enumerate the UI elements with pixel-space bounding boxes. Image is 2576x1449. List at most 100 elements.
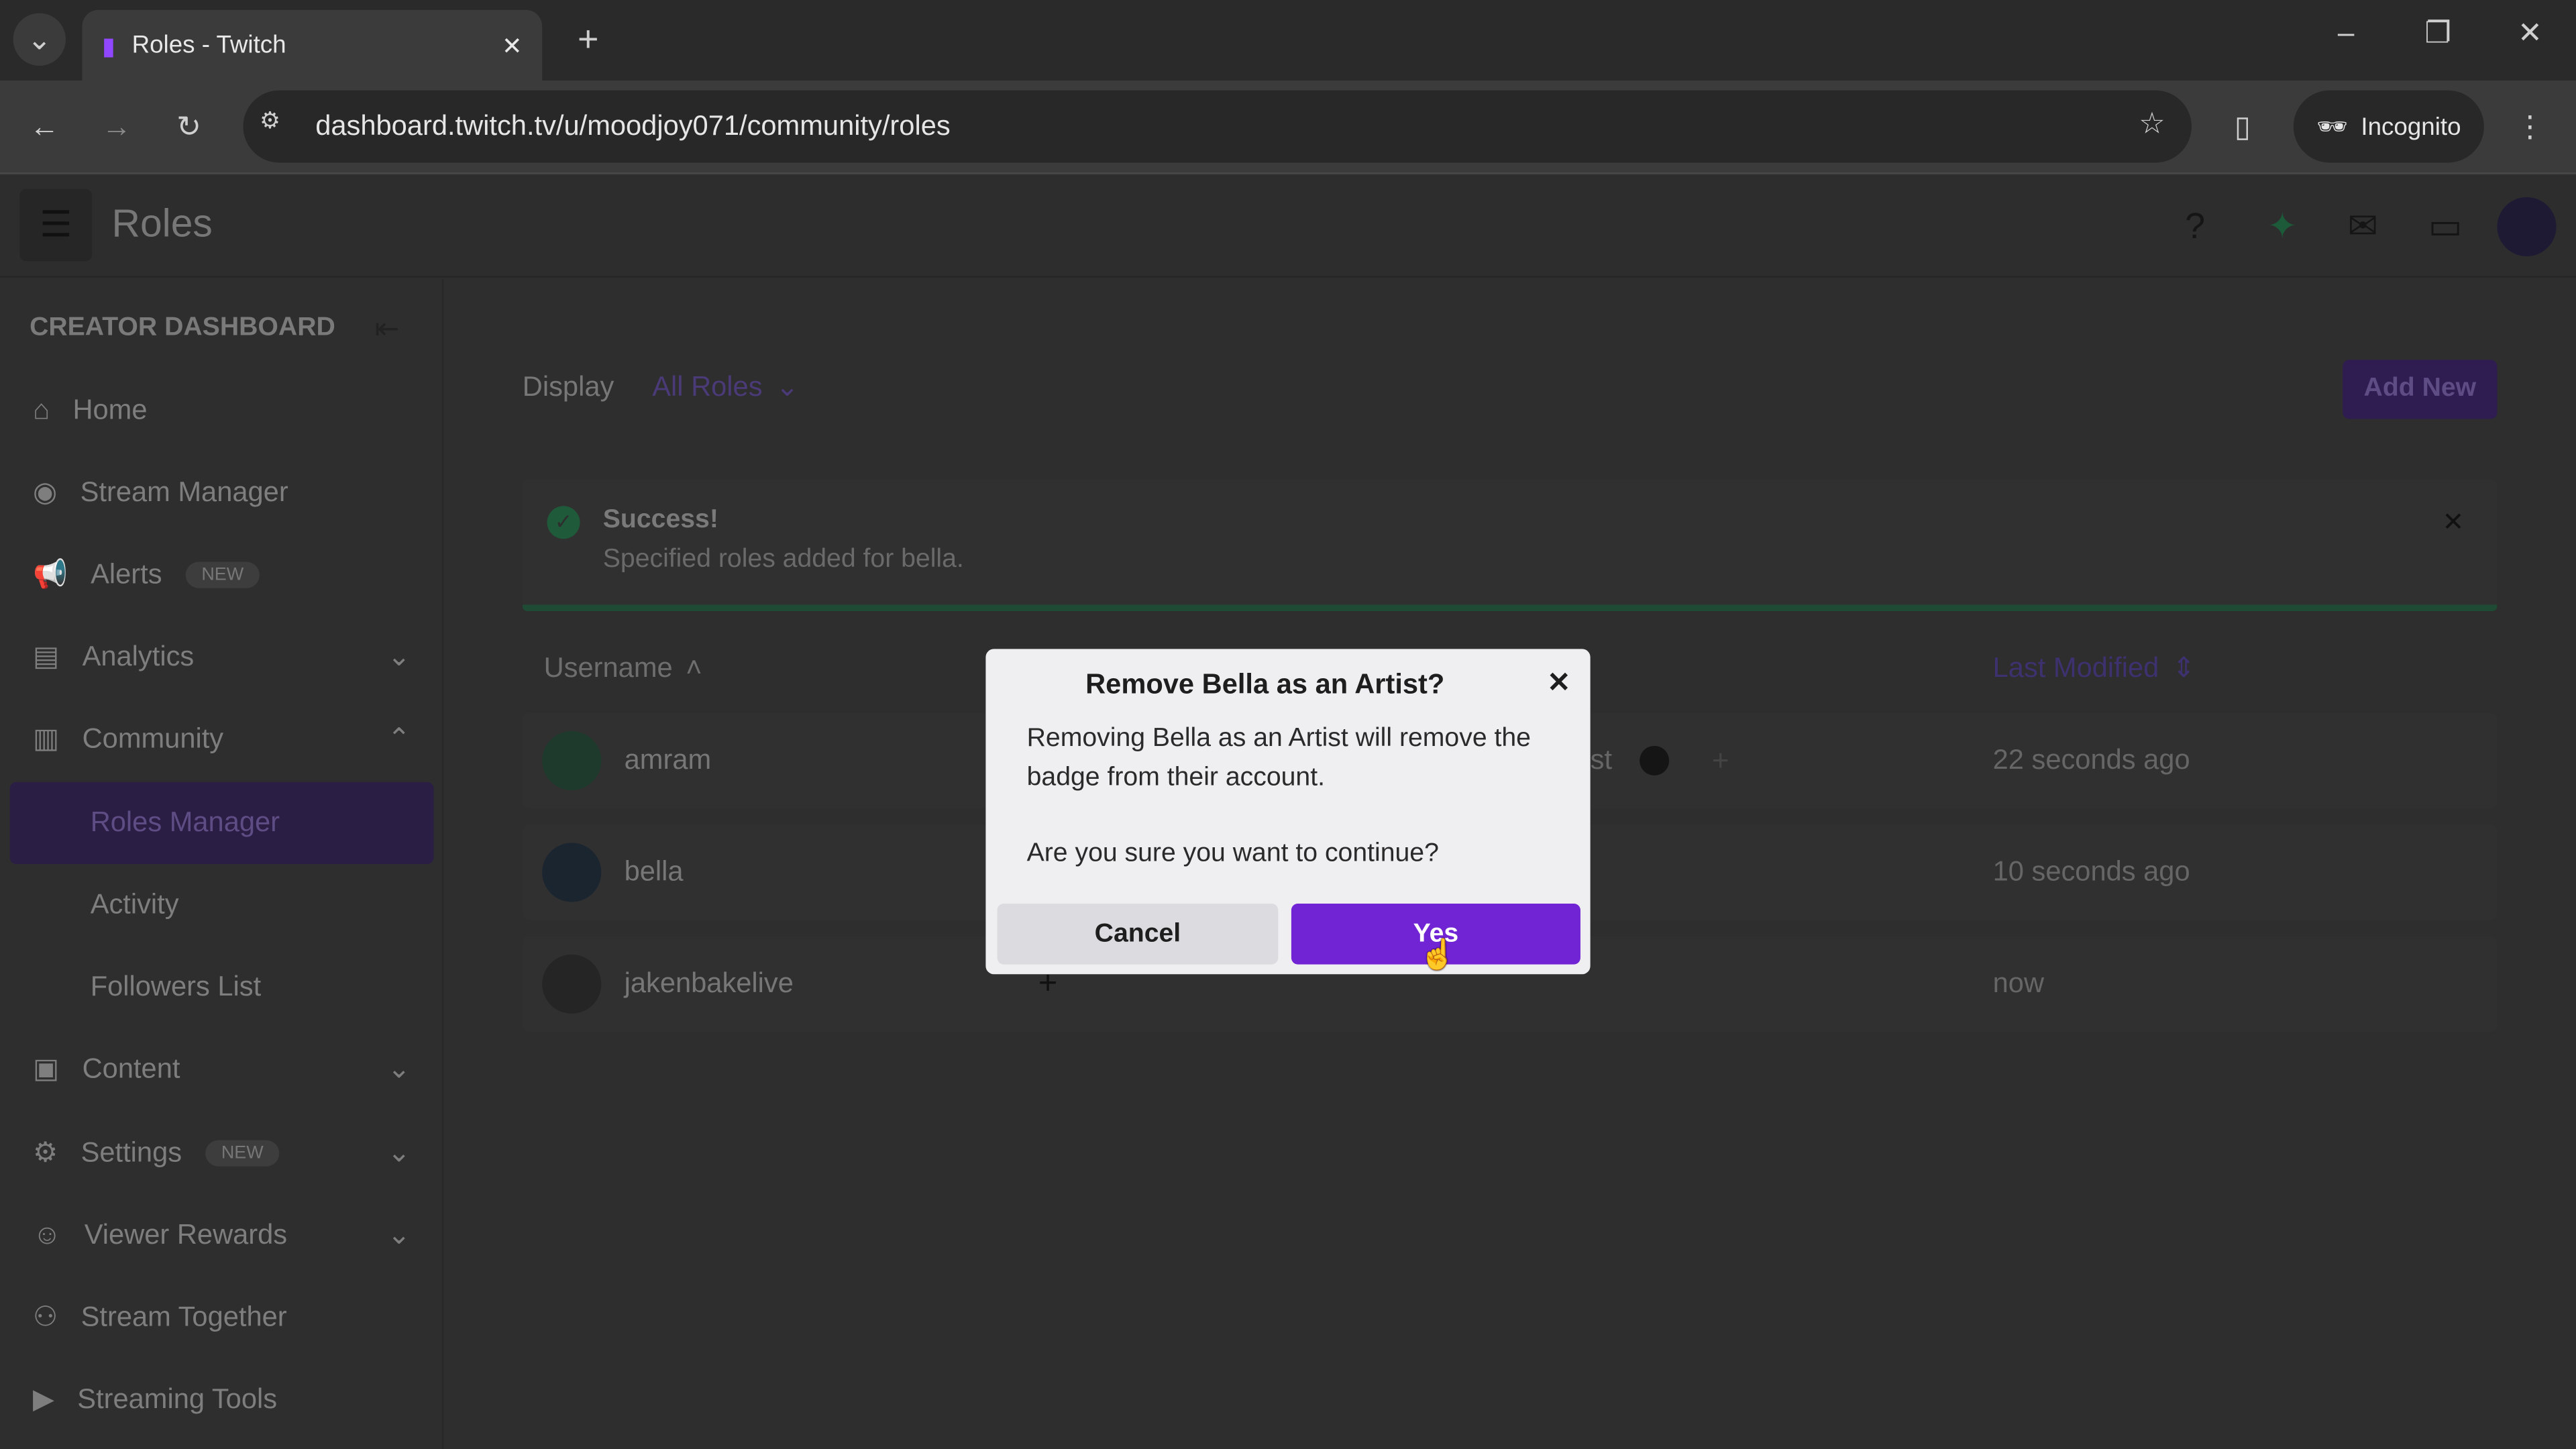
reload-button[interactable]: ↻ [168,105,211,148]
sidebar-item-stream-manager[interactable]: ◉ Stream Manager [33,476,411,509]
sidebar-item-followers-list[interactable]: Followers List [33,971,411,1004]
close-dialog-icon[interactable]: ✕ [1547,667,1570,700]
username-column-header[interactable]: Username ˄ [544,652,702,685]
filter-value: All Roles [652,371,763,403]
page-title: Roles [111,202,213,247]
dialog-title: Remove Bella as an Artist? [1085,668,1445,700]
app-header: ☰ Roles ? ✦ ✉ ▭ [0,176,2576,278]
hamburger-menu-icon[interactable]: ☰ [19,189,93,262]
forward-button[interactable]: → [95,105,138,148]
close-alert-icon[interactable]: ✕ [2443,506,2465,539]
avatar [542,954,602,1014]
alert-title: Success! [602,506,718,534]
sidebar-item-community[interactable]: ▥ Community ⌃ [33,723,411,756]
sidebar-item-streaming-tools[interactable]: ▶ Streaming Tools [33,1383,411,1416]
sidebar: CREATOR DASHBOARD ⇤ ⌂ Home ◉ Stream Manage… [0,279,444,1449]
sidebar-item-analytics[interactable]: ▤ Analytics ⌄ [33,641,411,674]
browser-tab[interactable]: ▮ Roles - Twitch ✕ [82,9,543,81]
camera-icon: ▶ [32,1383,55,1415]
close-tab-icon[interactable]: ✕ [502,30,523,60]
inbox-icon[interactable]: ✉ [2348,205,2378,248]
sparkle-icon[interactable]: ✦ [2267,205,2298,248]
sidebar-item-label: Roles Manager [90,806,280,838]
incognito-indicator[interactable]: 🕶 Incognito [2293,90,2484,163]
username: amram [624,744,712,775]
sidebar-item-home[interactable]: ⌂ Home [33,394,411,427]
chevron-up-icon: ⌃ [387,722,411,755]
minimize-button[interactable]: – [2326,16,2366,50]
incognito-icon: 🕶 [2316,113,2348,142]
megaphone-icon: 📢 [32,558,68,590]
address-bar[interactable]: ⚙ dashboard.twitch.tv/u/moodjoy071/commu… [243,90,2192,163]
close-window-button[interactable]: ✕ [2510,16,2550,50]
browser-menu-icon[interactable]: ⋮ [2514,105,2546,148]
roles-filter-dropdown[interactable]: All Roles ⌄ [652,371,799,404]
sidebar-heading: CREATOR DASHBOARD [30,313,335,342]
cancel-button[interactable]: Cancel [997,903,1279,965]
sidebar-item-alerts[interactable]: 📢 Alerts NEW [33,559,411,592]
chevron-down-icon: ⌄ [387,641,411,672]
column-label: Last Modified [1992,652,2159,684]
side-panel-icon[interactable]: ▯ [2221,105,2264,148]
sidebar-item-viewer-rewards[interactable]: ☺ Viewer Rewards ⌄ [33,1219,411,1252]
sort-asc-icon: ˄ [686,652,702,684]
incognito-label: Incognito [2361,112,2461,141]
whispers-icon[interactable]: ▭ [2428,205,2463,248]
sidebar-item-activity[interactable]: Activity [33,889,411,922]
sidebar-item-label: Community [82,722,224,755]
avatar[interactable] [2497,197,2557,257]
sidebar-item-label: Followers List [90,971,262,1002]
sidebar-item-content[interactable]: ▣ Content ⌄ [33,1053,411,1086]
last-modified: now [1992,967,2045,999]
sidebar-item-label: Settings [80,1136,182,1169]
check-circle-icon: ✓ [547,506,580,539]
new-tab-button[interactable]: + [565,16,611,62]
chevron-down-icon: ⌄ [387,1053,411,1085]
help-icon[interactable]: ? [2185,205,2205,248]
collapse-sidebar-icon[interactable]: ⇤ [374,312,399,346]
display-label: Display [522,371,614,403]
sidebar-item-label: Analytics [82,641,195,672]
remove-role-icon[interactable] [1640,745,1670,775]
dialog-question: Are you sure you want to continue? [1026,839,1439,868]
add-new-button[interactable]: Add New [2343,360,2498,419]
sidebar-item-label: Stream Manager [80,476,288,508]
sidebar-item-label: Viewer Rewards [84,1219,288,1250]
username: jakenbakelive [624,967,794,999]
username: bella [624,855,684,888]
sidebar-item-label: Content [82,1053,180,1085]
back-button[interactable]: ← [23,105,66,148]
twitch-icon: ▮ [101,32,116,60]
chevron-down-icon: ⌄ [387,1219,411,1250]
home-icon: ⌂ [32,394,50,426]
chart-icon: ▤ [32,641,60,672]
last-modified: 10 seconds ago [1992,855,2190,888]
add-role-icon[interactable]: + [1712,743,1729,777]
last-modified-column-header[interactable]: Last Modified ⇕ [1993,652,2196,685]
last-modified: 22 seconds ago [1992,744,2190,775]
role-badge: st [1590,744,1613,775]
broadcast-icon: ◉ [32,476,58,508]
success-alert: ✓ Success! Specified roles added for bel… [522,480,2498,612]
confirm-remove-role-dialog: Remove Bella as an Artist? ✕ Removing Be… [985,649,1591,975]
sidebar-item-label: Activity [90,888,179,920]
tab-title: Roles - Twitch [131,31,286,60]
new-badge: NEW [205,1140,280,1167]
sidebar-item-label: Stream Together [80,1301,287,1333]
alert-message: Specified roles added for bella. [602,545,964,574]
site-info-icon[interactable]: ⚙ [260,107,280,135]
bookmark-star-icon[interactable]: ☆ [2139,107,2165,141]
sidebar-item-label: Home [72,394,148,426]
restore-button[interactable]: ❐ [2418,16,2458,50]
avatar [542,731,602,790]
sidebar-item-settings[interactable]: ⚙ Settings NEW ⌄ [33,1137,411,1170]
chevron-down-icon: ⌄ [387,1136,411,1169]
column-label: Username [543,652,673,684]
sidebar-item-roles-manager[interactable]: Roles Manager [9,782,434,865]
tab-search-button[interactable]: ⌄ [13,13,66,66]
new-badge: NEW [184,561,260,588]
sidebar-item-stream-together[interactable]: ⚇ Stream Together [33,1301,411,1334]
community-icon: ▥ [32,722,60,755]
url-text: dashboard.twitch.tv/u/moodjoy071/communi… [315,110,951,142]
gear-icon: ⚙ [32,1136,58,1169]
